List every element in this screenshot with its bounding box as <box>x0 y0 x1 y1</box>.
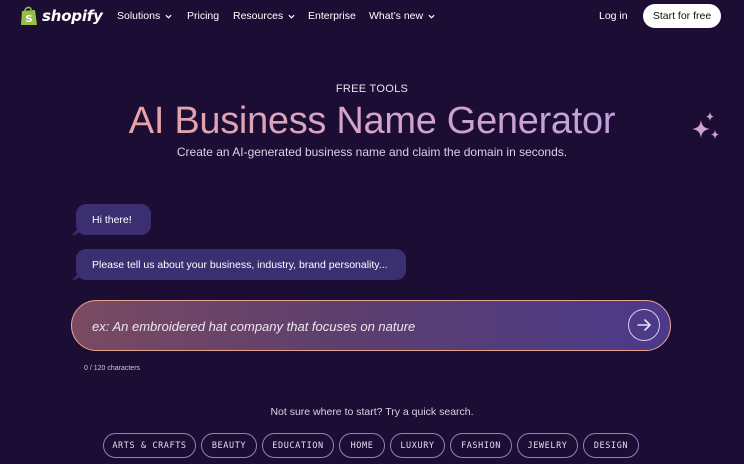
chat-bubble-prompt: Please tell us about your business, indu… <box>76 249 406 280</box>
chevron-down-icon <box>288 14 295 19</box>
chip-fashion[interactable]: FASHION <box>450 433 512 458</box>
chip-home[interactable]: HOME <box>339 433 385 458</box>
sparkle-icon <box>692 112 719 139</box>
chip-jewelry[interactable]: JEWELRY <box>517 433 578 458</box>
nav-item-label: Pricing <box>187 10 220 22</box>
chip-luxury[interactable]: LUXURY <box>390 433 445 458</box>
quick-search-chips: ARTS & CRAFTS BEAUTY EDUCATION HOME LUXU… <box>0 433 744 459</box>
shopify-bag-icon: S <box>20 6 38 26</box>
nav-item-label: Enterprise <box>308 10 356 22</box>
chip-design[interactable]: DESIGN <box>583 433 639 458</box>
character-counter: 0 / 120 characters <box>84 365 141 372</box>
nav-item-label: What’s new <box>369 10 424 22</box>
eyebrow-label: FREE TOOLS <box>335 83 409 95</box>
login-link[interactable]: Log in <box>599 10 628 22</box>
chat-bubble-greeting: Hi there! <box>76 204 151 235</box>
submit-button[interactable] <box>628 309 660 341</box>
chip-education[interactable]: EDUCATION <box>262 433 334 458</box>
chevron-down-icon <box>165 14 172 19</box>
chip-arts-crafts[interactable]: ARTS & CRAFTS <box>103 433 196 458</box>
business-description-input[interactable] <box>90 301 624 351</box>
chevron-down-icon <box>428 14 435 19</box>
nav-item-enterprise[interactable]: Enterprise <box>308 10 356 22</box>
nav-item-resources[interactable]: Resources <box>233 10 295 22</box>
svg-text:S: S <box>25 14 32 25</box>
start-for-free-button[interactable]: Start for free <box>643 4 721 28</box>
arrow-right-icon <box>637 319 651 331</box>
nav-item-label: Resources <box>233 10 284 22</box>
page-subtitle: Create an AI-generated business name and… <box>176 145 568 159</box>
logo-wordmark: shopify <box>42 7 103 25</box>
shopify-logo[interactable]: S shopify <box>20 6 103 26</box>
nav-item-label: Solutions <box>117 10 161 22</box>
quick-search-hint: Not sure where to start? Try a quick sea… <box>270 406 474 418</box>
nav-item-whats-new[interactable]: What’s new <box>369 10 435 22</box>
nav-item-solutions[interactable]: Solutions <box>117 10 172 22</box>
chip-beauty[interactable]: BEAUTY <box>201 433 257 458</box>
page-title: AI Business Name Generator <box>0 98 744 144</box>
top-nav: S shopify Solutions Pricing Resources En… <box>0 0 744 34</box>
nav-item-pricing[interactable]: Pricing <box>187 10 219 22</box>
business-description-field <box>71 300 671 351</box>
